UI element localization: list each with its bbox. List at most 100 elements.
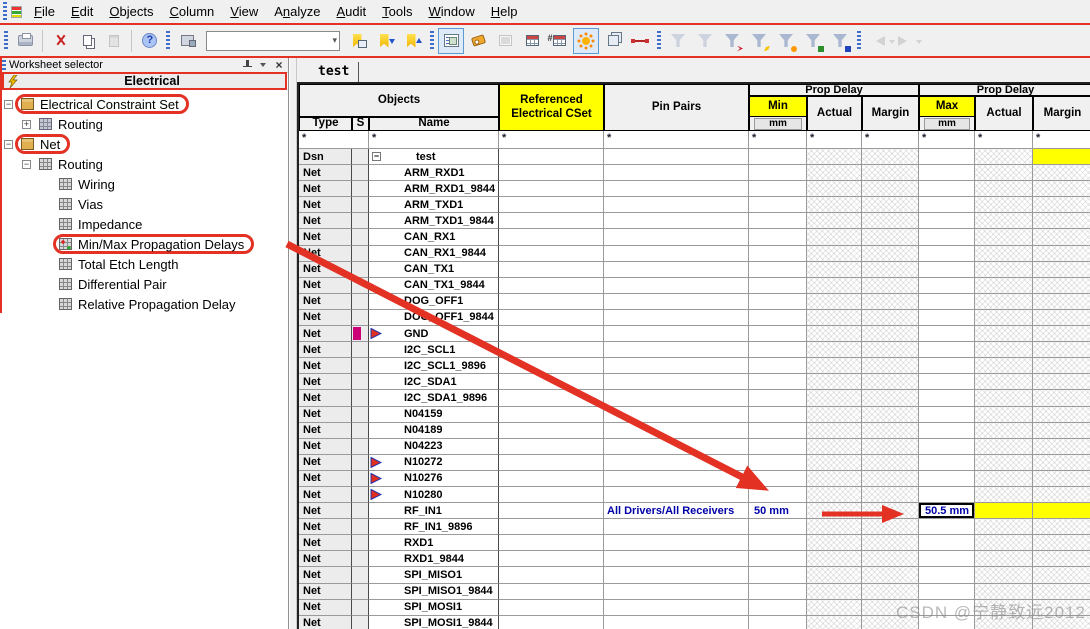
name-cell[interactable]: CAN_TX1 — [369, 261, 499, 278]
tree-expander[interactable]: + — [22, 119, 31, 129]
table-button[interactable] — [519, 28, 545, 54]
schedule-cell[interactable] — [352, 229, 369, 246]
object-search-input[interactable] — [207, 31, 319, 50]
type-cell[interactable]: Net — [299, 519, 352, 536]
menu-item[interactable]: Help — [483, 1, 526, 22]
filter-cell[interactable]: * — [299, 131, 369, 149]
tree-item[interactable]: − Electrical Constraint Set — [0, 94, 288, 114]
max-value-cell[interactable] — [919, 422, 975, 439]
min-value-cell[interactable] — [749, 213, 807, 230]
pin-pairs-cell[interactable]: All Drivers/All Receivers — [604, 503, 749, 520]
min-value-cell[interactable] — [749, 454, 807, 471]
max-value-cell[interactable] — [919, 165, 975, 182]
object-search-combobox[interactable]: ▾ — [206, 30, 340, 51]
type-cell[interactable]: Net — [299, 181, 352, 198]
min-value-cell[interactable] — [749, 422, 807, 439]
max-value-cell[interactable] — [919, 181, 975, 198]
max-value-cell[interactable] — [919, 229, 975, 246]
type-cell[interactable]: Net — [299, 406, 352, 423]
schedule-cell[interactable] — [352, 567, 369, 584]
schedule-cell[interactable] — [352, 503, 369, 520]
schedule-cell[interactable] — [352, 599, 369, 616]
referenced-cset-cell[interactable] — [499, 149, 604, 166]
type-cell[interactable]: Net — [299, 229, 352, 246]
net-topology-button[interactable] — [627, 28, 653, 54]
max-value-cell[interactable] — [919, 390, 975, 407]
name-cell[interactable]: DOG_OFF1 — [369, 293, 499, 310]
pin-pairs-cell[interactable] — [604, 149, 749, 166]
name-cell[interactable]: − test — [369, 149, 499, 166]
pin-pairs-cell[interactable] — [604, 406, 749, 423]
pin-pairs-cell[interactable] — [604, 390, 749, 407]
type-cell[interactable]: Net — [299, 422, 352, 439]
type-cell[interactable]: Net — [299, 615, 352, 629]
filter-cell[interactable]: * — [749, 131, 807, 149]
type-cell[interactable]: Net — [299, 277, 352, 294]
tree-item[interactable]: Impedance — [0, 214, 288, 234]
type-cell[interactable]: Net — [299, 358, 352, 375]
pin-pairs-cell[interactable] — [604, 245, 749, 262]
max-value-cell[interactable] — [919, 567, 975, 584]
close-panel-button[interactable]: × — [272, 59, 286, 72]
filter-green-button[interactable] — [800, 28, 826, 54]
name-cell[interactable]: RF_IN1 — [369, 503, 499, 520]
referenced-cset-cell[interactable] — [499, 245, 604, 262]
print-button[interactable] — [12, 28, 38, 54]
header-pin-pairs[interactable]: Pin Pairs — [604, 84, 749, 131]
schedule-cell[interactable] — [352, 181, 369, 198]
min-value-cell[interactable] — [749, 374, 807, 391]
name-cell[interactable]: I2C_SDA1_9896 — [369, 390, 499, 407]
type-cell[interactable]: Net — [299, 165, 352, 182]
type-cell[interactable]: Net — [299, 567, 352, 584]
menu-item[interactable]: Tools — [374, 1, 420, 22]
toolbar-gripper[interactable] — [430, 30, 434, 51]
header-prop-delay-min-group[interactable]: Prop Delay — [749, 84, 919, 96]
pin-pairs-cell[interactable] — [604, 181, 749, 198]
type-cell[interactable]: Net — [299, 583, 352, 600]
type-cell[interactable]: Net — [299, 470, 352, 487]
referenced-cset-cell[interactable] — [499, 293, 604, 310]
referenced-cset-cell[interactable] — [499, 583, 604, 600]
name-cell[interactable]: I2C_SDA1 — [369, 374, 499, 391]
header-name[interactable]: Name — [369, 117, 499, 131]
filter-cell[interactable]: * — [975, 131, 1033, 149]
pin-pairs-cell[interactable] — [604, 261, 749, 278]
min-value-cell[interactable] — [749, 326, 807, 343]
schedule-cell[interactable] — [352, 293, 369, 310]
max-value-cell[interactable] — [919, 149, 975, 166]
bookmark-up-button[interactable] — [400, 28, 426, 54]
toolbar-gripper[interactable] — [3, 1, 7, 22]
schedule-cell[interactable] — [352, 277, 369, 294]
name-cell[interactable]: SPI_MOSI1 — [369, 599, 499, 616]
referenced-cset-cell[interactable] — [499, 551, 604, 568]
filter-blue-button[interactable] — [827, 28, 853, 54]
referenced-cset-cell[interactable] — [499, 197, 604, 214]
schedule-cell[interactable] — [352, 583, 369, 600]
min-value-cell[interactable] — [749, 181, 807, 198]
type-cell[interactable]: Net — [299, 454, 352, 471]
pin-pairs-cell[interactable] — [604, 277, 749, 294]
header-referenced-electrical-cset[interactable]: Referenced Electrical CSet — [499, 84, 604, 131]
filter-refresh-button[interactable] — [665, 28, 691, 54]
find-object-button[interactable] — [174, 28, 200, 54]
header-max[interactable]: Max mm — [919, 96, 975, 131]
schedule-cell[interactable] — [352, 470, 369, 487]
referenced-cset-cell[interactable] — [499, 567, 604, 584]
max-value-cell[interactable] — [919, 583, 975, 600]
pin-pairs-cell[interactable] — [604, 197, 749, 214]
menu-item[interactable]: Column — [161, 1, 222, 22]
referenced-cset-cell[interactable] — [499, 213, 604, 230]
max-value-cell[interactable]: 50.5 mm — [919, 503, 975, 520]
name-cell[interactable]: N04189 — [369, 422, 499, 439]
type-cell[interactable]: Dsn — [299, 149, 352, 166]
worksheet-selector-button[interactable] — [438, 27, 464, 54]
type-cell[interactable]: Net — [299, 486, 352, 504]
pin-pairs-cell[interactable] — [604, 165, 749, 182]
min-value-cell[interactable] — [749, 599, 807, 616]
referenced-cset-cell[interactable] — [499, 454, 604, 471]
min-value-cell[interactable] — [749, 293, 807, 310]
max-value-cell[interactable] — [919, 454, 975, 471]
max-value-cell[interactable] — [919, 277, 975, 294]
referenced-cset-cell[interactable] — [499, 486, 604, 504]
pin-pairs-cell[interactable] — [604, 551, 749, 568]
